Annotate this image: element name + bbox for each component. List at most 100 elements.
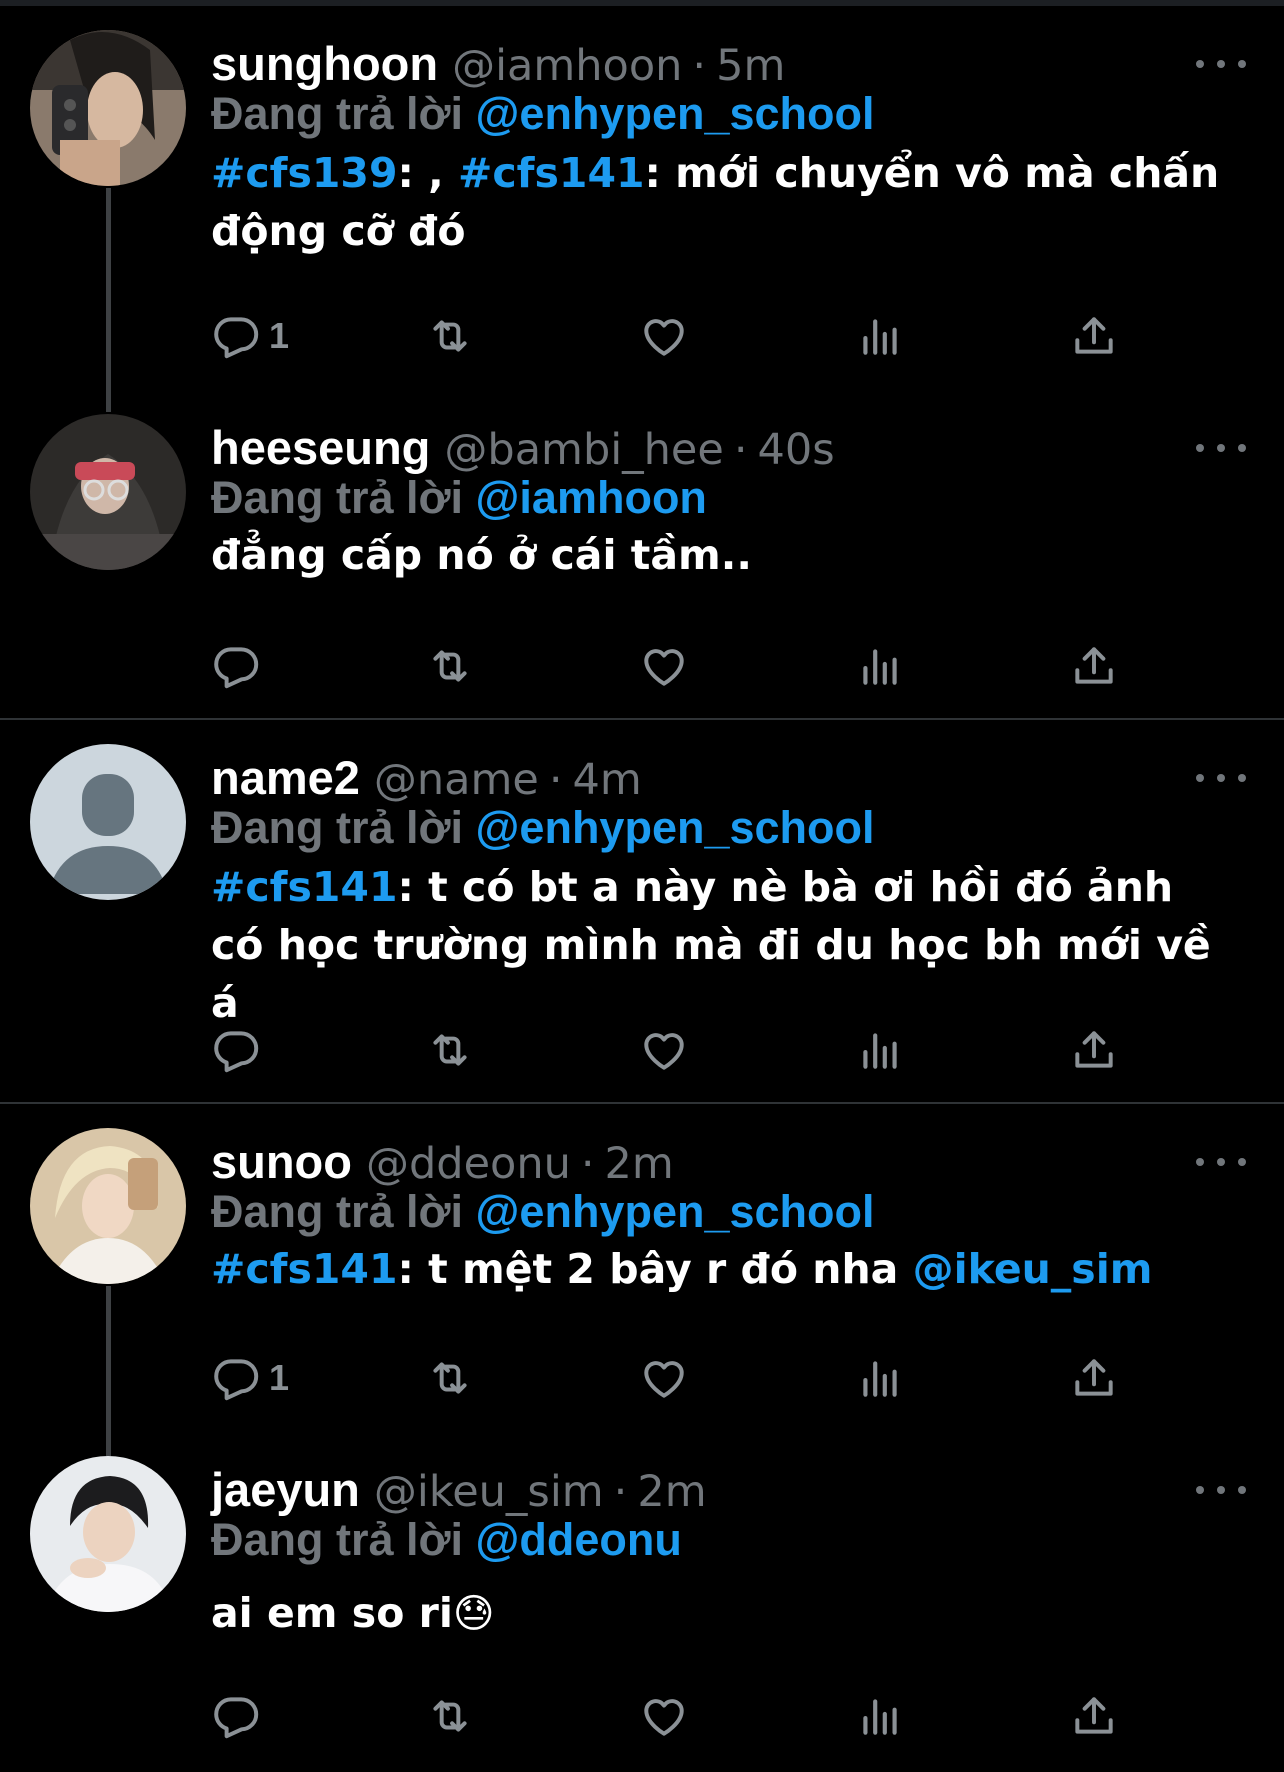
avatar[interactable]: [30, 744, 186, 900]
avatar[interactable]: [30, 414, 186, 570]
more-options-icon[interactable]: [1196, 1152, 1246, 1172]
more-options-icon[interactable]: [1196, 768, 1246, 788]
share-icon: [1069, 1353, 1119, 1403]
timestamp[interactable]: 5m: [716, 41, 785, 91]
avatar[interactable]: [30, 1456, 186, 1612]
retweet-button[interactable]: [425, 1022, 475, 1078]
share-button[interactable]: [1069, 308, 1119, 364]
hashtag-link[interactable]: #cfs141: [211, 863, 397, 911]
views-icon: [855, 1353, 905, 1403]
more-options-icon[interactable]: [1196, 438, 1246, 458]
reply-button[interactable]: 1: [211, 1350, 289, 1406]
avatar[interactable]: [30, 1128, 186, 1284]
share-button[interactable]: [1069, 1350, 1119, 1406]
display-name[interactable]: name2: [211, 751, 360, 804]
share-button[interactable]: [1069, 638, 1119, 694]
tweet-name2[interactable]: name2 @name · 4m Đang trả lời @enhypen_scho…: [0, 720, 1284, 1104]
views-button[interactable]: [855, 1688, 905, 1744]
tweet-sunghoon[interactable]: sunghoon @iamhoon · 5m Đang trả lời @enhype…: [0, 6, 1284, 412]
share-icon: [1069, 1691, 1119, 1741]
reply-to-mention[interactable]: @enhypen_school: [476, 802, 875, 853]
user-handle[interactable]: @bambi_hee: [444, 425, 723, 475]
action-bar: [211, 1022, 1151, 1078]
text-fragment: : ,: [397, 149, 459, 197]
reply-button[interactable]: 1: [211, 308, 289, 364]
reply-prefix: Đang trả lời: [211, 472, 464, 523]
separator-dot: ·: [548, 755, 563, 805]
like-button[interactable]: [639, 638, 689, 694]
tweet-sunoo[interactable]: sunoo @ddeonu · 2m Đang trả lời @enhypen_sc…: [0, 1104, 1284, 1456]
tweet-jaeyun[interactable]: jaeyun @ikeu_sim · 2m Đang trả lời @ddeonu …: [0, 1432, 1284, 1772]
reply-to-mention[interactable]: @enhypen_school: [476, 1186, 875, 1237]
like-button[interactable]: [639, 1022, 689, 1078]
more-options-icon[interactable]: [1196, 1480, 1246, 1500]
share-icon: [1069, 641, 1119, 691]
share-button[interactable]: [1069, 1688, 1119, 1744]
display-name[interactable]: jaeyun: [211, 1463, 360, 1516]
avatar[interactable]: [30, 30, 186, 186]
views-button[interactable]: [855, 1350, 905, 1406]
separator-dot: ·: [733, 425, 748, 475]
share-button[interactable]: [1069, 1022, 1119, 1078]
user-handle[interactable]: @ikeu_sim: [374, 1467, 604, 1517]
reply-to-mention[interactable]: @enhypen_school: [476, 88, 875, 139]
timestamp[interactable]: 2m: [605, 1139, 674, 1189]
reply-button[interactable]: [211, 1022, 261, 1078]
hashtag-link[interactable]: #cfs139: [211, 149, 397, 197]
timestamp[interactable]: 40s: [758, 425, 835, 475]
like-button[interactable]: [639, 1688, 689, 1744]
tweet-text: #cfs141: t mệt 2 bây r đó nha @ikeu_sim: [211, 1240, 1231, 1298]
reply-prefix: Đang trả lời: [211, 88, 464, 139]
like-button[interactable]: [639, 308, 689, 364]
display-name[interactable]: heeseung: [211, 421, 430, 474]
separator-dot: ·: [692, 41, 707, 91]
reply-feed: sunghoon @iamhoon · 5m Đang trả lời @enhype…: [0, 6, 1284, 1772]
retweet-button[interactable]: [425, 638, 475, 694]
user-handle[interactable]: @iamhoon: [452, 41, 682, 91]
views-icon: [855, 1691, 905, 1741]
reply-to-mention[interactable]: @iamhoon: [476, 472, 707, 523]
replying-to: Đang trả lời @enhypen_school: [211, 1184, 875, 1240]
tweet-text: #cfs139: , #cfs141: mới chuyển vô mà chấ…: [211, 144, 1231, 260]
reply-count: 1: [269, 1357, 290, 1398]
mention-link[interactable]: @ikeu_sim: [913, 1245, 1153, 1293]
separator-dot: ·: [580, 1139, 595, 1189]
more-options-icon[interactable]: [1196, 54, 1246, 74]
default-avatar-icon: [30, 744, 186, 900]
views-button[interactable]: [855, 1022, 905, 1078]
retweet-button[interactable]: [425, 1350, 475, 1406]
action-bar: 1: [211, 1350, 1151, 1406]
avatar-photo-icon: [30, 414, 186, 570]
reply-button[interactable]: [211, 1688, 261, 1744]
display-name[interactable]: sunoo: [211, 1135, 352, 1188]
retweet-button[interactable]: [425, 308, 475, 364]
reply-to-mention[interactable]: @ddeonu: [476, 1514, 682, 1565]
replying-to: Đang trả lời @enhypen_school: [211, 86, 875, 142]
hashtag-link[interactable]: #cfs141: [458, 149, 644, 197]
reply-button[interactable]: [211, 638, 261, 694]
like-button[interactable]: [639, 1350, 689, 1406]
user-handle[interactable]: @ddeonu: [366, 1139, 571, 1189]
tweet-header: jaeyun @ikeu_sim · 2m: [211, 1462, 707, 1518]
like-icon: [639, 1025, 689, 1075]
views-button[interactable]: [855, 308, 905, 364]
tweet-text: đẳng cấp nó ở cái tầm..: [211, 526, 1231, 584]
user-handle[interactable]: @name: [374, 755, 539, 805]
tweet-text: #cfs141: t có bt a này nè bà ơi hồi đó ả…: [211, 858, 1231, 1032]
tweet-header: sunoo @ddeonu · 2m: [211, 1134, 674, 1190]
tweet-text: ai em so ri😓: [211, 1584, 1231, 1643]
display-name[interactable]: sunghoon: [211, 37, 438, 90]
like-icon: [639, 1691, 689, 1741]
tweet-heeseung[interactable]: heeseung @bambi_hee · 40s Đang trả lời @iam…: [0, 390, 1284, 720]
views-button[interactable]: [855, 638, 905, 694]
timestamp[interactable]: 4m: [573, 755, 642, 805]
reply-icon: [211, 1025, 261, 1075]
reply-icon: [211, 1353, 261, 1403]
avatar-photo-icon: [30, 1456, 186, 1612]
hashtag-link[interactable]: #cfs141: [211, 1245, 397, 1293]
retweet-icon: [425, 1025, 475, 1075]
timestamp[interactable]: 2m: [637, 1467, 706, 1517]
reply-icon: [211, 1691, 261, 1741]
text-fragment: đẳng cấp nó ở cái tầm..: [211, 531, 752, 579]
retweet-button[interactable]: [425, 1688, 475, 1744]
